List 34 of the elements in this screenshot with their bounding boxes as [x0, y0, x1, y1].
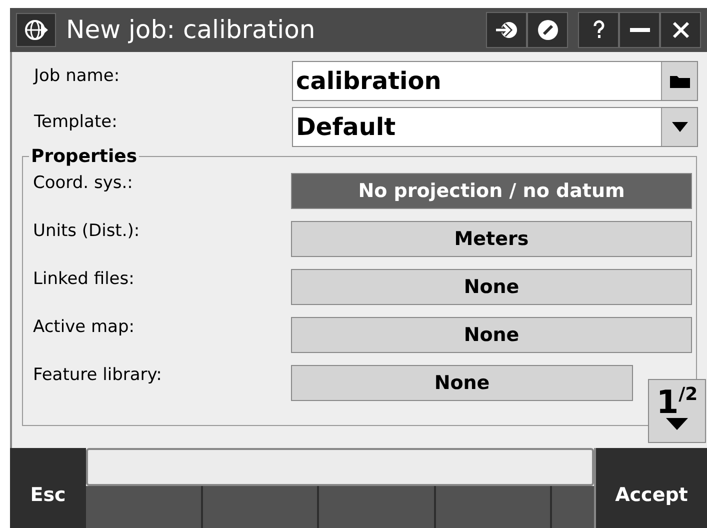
close-icon	[672, 21, 690, 39]
page-number: 1	[656, 386, 679, 418]
property-label: Coord. sys.:	[32, 173, 134, 193]
property-button[interactable]: None	[291, 269, 692, 305]
template-dropdown[interactable]: Default	[292, 107, 698, 147]
cancel-button[interactable]	[527, 12, 568, 48]
dropdown-arrow-icon	[672, 122, 688, 132]
help-button[interactable]	[578, 12, 619, 48]
folder-icon	[670, 74, 690, 88]
minimize-icon	[630, 28, 650, 32]
page-total: /2	[678, 386, 698, 404]
globe-icon	[23, 18, 49, 42]
help-icon	[592, 20, 604, 40]
field-value: Default	[295, 112, 397, 143]
property-button[interactable]: None	[291, 317, 692, 353]
arrow-circle-icon	[494, 20, 518, 40]
field-value: calibration	[295, 66, 442, 97]
property-button[interactable]: None	[291, 365, 633, 401]
property-label: Units (Dist.):	[32, 221, 141, 241]
prohibited-icon	[536, 19, 558, 41]
job-name-field[interactable]: calibration	[292, 61, 698, 101]
app-menu-button[interactable]	[16, 13, 56, 47]
login-button[interactable]	[486, 12, 527, 48]
property-button[interactable]: Meters	[291, 221, 692, 257]
property-label: Feature library:	[32, 365, 163, 385]
close-button[interactable]	[660, 12, 701, 48]
property-label: Linked files:	[32, 269, 136, 289]
field-label: Template:	[33, 111, 118, 134]
field-label: Job name:	[32, 65, 121, 88]
down-arrow-icon	[666, 418, 688, 430]
property-button[interactable]: No projection / no datum	[291, 173, 692, 209]
window-title: New job: calibration	[66, 14, 316, 46]
minimize-button[interactable]	[619, 12, 660, 48]
property-label: Active map:	[32, 317, 136, 337]
